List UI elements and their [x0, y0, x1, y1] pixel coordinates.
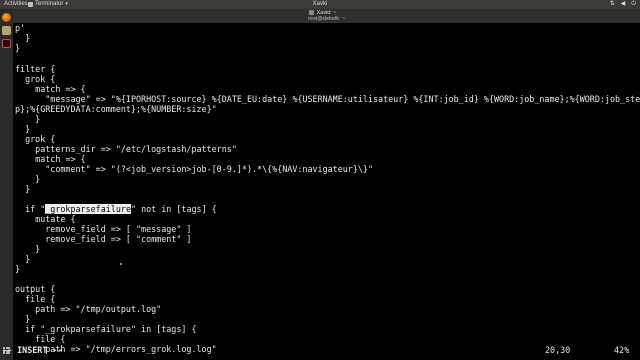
clock[interactable]: Xavki	[0, 0, 640, 9]
volume-icon: ◀	[620, 1, 626, 7]
code-line: output {	[15, 284, 56, 294]
code-line: }	[15, 264, 21, 274]
code-line: mutate {	[15, 214, 76, 224]
code-line: }	[15, 114, 41, 124]
app-menu-label: Terminator	[35, 1, 64, 7]
code-text: " not in [tags] {	[130, 204, 217, 214]
code-line: }	[15, 174, 41, 184]
system-status-menu[interactable]: ⇅ ◀ ⏻	[610, 0, 636, 9]
code-line: grok {	[15, 134, 56, 144]
selected-text[interactable]: _grokparsefailure	[45, 204, 131, 214]
vim-editor[interactable]: p' } } filter { grok { match => { "messa…	[15, 23, 640, 360]
code-line: filter {	[15, 64, 56, 74]
code-line: }	[15, 33, 31, 43]
code-line-selected: if "_grokparsefailure" not in [tags] {	[15, 204, 217, 214]
code-line: path => "/tmp/output.log"	[15, 304, 162, 314]
code-line: }	[15, 314, 31, 324]
code-line: }	[15, 184, 31, 194]
activities-button[interactable]: Activities	[4, 0, 28, 9]
code-line: file {	[15, 294, 56, 304]
terminal-icon[interactable]	[2, 39, 11, 48]
code-line: match => {	[15, 154, 86, 164]
files-icon[interactable]	[2, 26, 11, 35]
app-menu[interactable]: Terminator ▾	[28, 0, 68, 9]
code-line: }	[15, 254, 31, 264]
power-icon: ⏻	[631, 1, 636, 7]
terminator-app-icon	[28, 2, 33, 7]
firefox-icon[interactable]	[2, 13, 11, 22]
code-line: remove_field => [ "message" ]	[15, 224, 192, 234]
cursor-position: 20,30	[545, 345, 571, 355]
chevron-down-icon: ▾	[65, 1, 68, 7]
code-line: match => {	[15, 84, 86, 94]
top-panel: Activities Terminator ▾ Xavki ⇅ ◀ ⏻	[0, 0, 640, 9]
code-line: if "_grokparsefailure" in [tags] {	[15, 324, 197, 334]
code-line: grok {	[15, 74, 56, 84]
terminal-window: Xavki: ~ root@debelk: ~ p' } } filter { …	[13, 9, 640, 360]
code-line: }	[15, 43, 21, 53]
code-line: p'	[15, 23, 26, 33]
code-line: "comment" => "(?<job_version>job-[0-9.]*…	[15, 164, 373, 174]
window-titlebar[interactable]: Xavki: ~ root@debelk: ~	[13, 9, 640, 23]
mode-indicator: -- INSERT --	[2, 345, 63, 355]
code-line: remove_field => [ "comment" ]	[15, 234, 192, 244]
dock	[0, 9, 13, 360]
code-line: "message" => "%{IPORHOST:source} %{DATE_…	[15, 94, 640, 104]
code-line: patterns_dir => "/etc/logstash/patterns"	[15, 144, 237, 154]
network-icon: ⇅	[609, 1, 615, 7]
code-line: p};%{GREEDYDATA:comment};%{NUMBER:size}"	[15, 104, 217, 114]
code-text: if "	[15, 204, 46, 214]
mouse-pointer-icon	[120, 263, 122, 265]
code-line: }	[15, 124, 31, 134]
code-line: }	[15, 244, 41, 254]
code-line: file {	[15, 334, 66, 344]
vim-status-line: -- INSERT -- 20,30 42%	[0, 345, 640, 355]
terminal-tab-title: root@debelk: ~	[307, 16, 346, 22]
scroll-percent: 42%	[614, 345, 630, 355]
